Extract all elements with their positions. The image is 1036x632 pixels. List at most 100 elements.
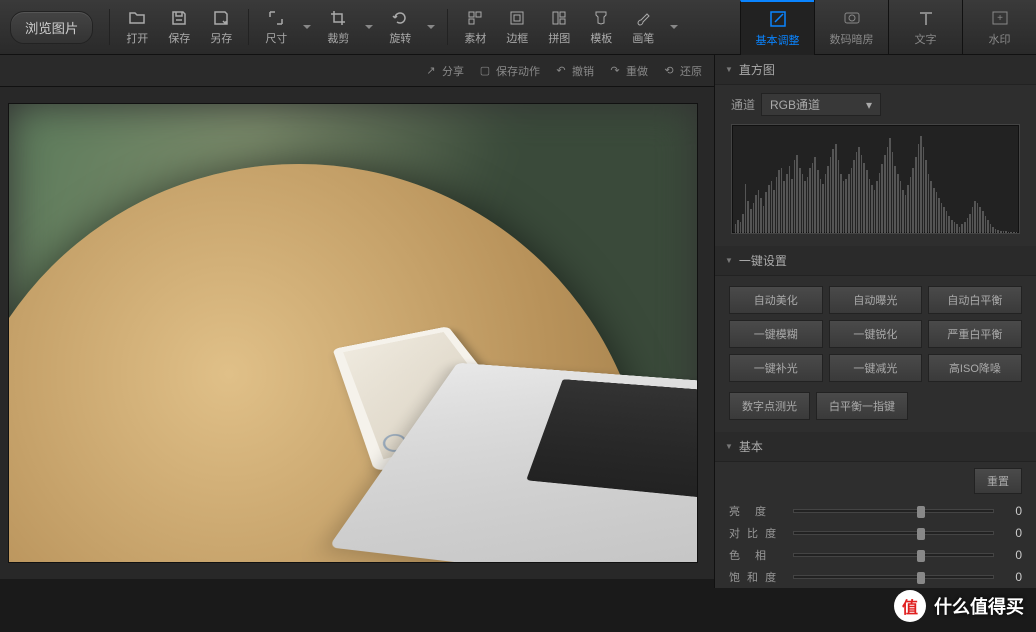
quick-button[interactable]: 高ISO降噪 [928, 354, 1022, 382]
slider-thumb[interactable] [917, 506, 925, 518]
histogram-bar [763, 206, 765, 233]
quick-button[interactable]: 自动曝光 [829, 286, 923, 314]
histogram-bar [858, 147, 860, 233]
undo-button[interactable]: ↶撤销 [554, 63, 594, 79]
histogram-bar [941, 203, 943, 233]
histogram-bar [990, 224, 992, 233]
tool-crop[interactable]: 裁剪 [317, 3, 359, 51]
histogram-bar [817, 170, 819, 233]
channel-select[interactable]: RGB通道▾ [761, 93, 881, 116]
histogram-bar [956, 224, 958, 233]
quick-button[interactable]: 一键模糊 [729, 320, 823, 348]
slider-track[interactable] [793, 509, 994, 513]
histogram-bar [915, 157, 917, 233]
right-tabs: 基本调整 数码暗房 文字 +水印 [740, 0, 1036, 55]
histogram-bar [863, 163, 865, 233]
tool-template[interactable]: 模板 [580, 3, 622, 51]
histogram-bar [907, 185, 909, 233]
section-basic[interactable]: ▼基本 [715, 432, 1036, 462]
histogram-bar [845, 179, 847, 233]
section-histogram[interactable]: ▼直方图 [715, 55, 1036, 85]
slider-thumb[interactable] [917, 572, 925, 584]
tab-basic-adjust[interactable]: 基本调整 [740, 0, 814, 55]
share-button[interactable]: ↗分享 [424, 63, 464, 79]
histogram-bar [820, 179, 822, 233]
section-oneclick[interactable]: ▼一键设置 [715, 246, 1036, 276]
channel-label: 通道 [731, 96, 755, 113]
save-action-icon: ▢ [478, 64, 492, 78]
tool-size[interactable]: 尺寸 [255, 3, 297, 51]
histogram-bar [948, 216, 950, 233]
slider-thumb[interactable] [917, 528, 925, 540]
tool-save[interactable]: 保存 [158, 3, 200, 51]
quick-button[interactable]: 严重白平衡 [928, 320, 1022, 348]
histogram-bar [894, 166, 896, 233]
histogram-bar [912, 168, 914, 233]
histogram-bar [745, 184, 747, 233]
open-icon [127, 8, 147, 28]
photo-preview[interactable] [8, 103, 698, 563]
size-icon [266, 8, 286, 28]
quick-button[interactable]: 一键补光 [729, 354, 823, 382]
restore-button[interactable]: ⟲还原 [662, 63, 702, 79]
quick-button[interactable]: 自动美化 [729, 286, 823, 314]
tool-rotate[interactable]: 旋转 [379, 3, 421, 51]
browse-images-button[interactable]: 浏览图片 [10, 11, 93, 44]
tool-open[interactable]: 打开 [116, 3, 158, 51]
histogram-bar [874, 190, 876, 233]
histogram-bar [742, 214, 744, 233]
save-action-button[interactable]: ▢保存动作 [478, 63, 540, 79]
brush-dropdown-icon[interactable] [664, 3, 684, 51]
histogram-bar [1000, 231, 1002, 233]
slider-row: 色 相0 [715, 544, 1036, 566]
tab-darkroom[interactable]: 数码暗房 [814, 0, 888, 55]
undo-icon: ↶ [554, 64, 568, 78]
histogram-bar [920, 136, 922, 233]
watermark-circle: 值 [894, 590, 926, 622]
histogram-bar [791, 179, 793, 233]
slider-track[interactable] [793, 575, 994, 579]
redo-button[interactable]: ↷重做 [608, 63, 648, 79]
histogram-bar [1013, 232, 1015, 233]
tab-watermark[interactable]: +水印 [962, 0, 1036, 55]
quick-button[interactable]: 一键锐化 [829, 320, 923, 348]
tool-assets[interactable]: 素材 [454, 3, 496, 51]
rotate-dropdown-icon[interactable] [421, 3, 441, 51]
histogram-bar [951, 220, 953, 233]
histogram-bar [879, 173, 881, 233]
histogram-bar [974, 201, 976, 233]
histogram-bar [776, 177, 778, 233]
histogram-bar [851, 168, 853, 233]
slider-track[interactable] [793, 553, 994, 557]
crop-dropdown-icon[interactable] [359, 3, 379, 51]
histogram-bar [809, 168, 811, 233]
histogram-bar [812, 163, 814, 233]
saveas-icon [211, 8, 231, 28]
slider-track[interactable] [793, 531, 994, 535]
tool-border[interactable]: 边框 [496, 3, 538, 51]
slider-row: 亮 度0 [715, 500, 1036, 522]
quick-button[interactable]: 白平衡一指键 [816, 392, 908, 420]
tab-text[interactable]: 文字 [888, 0, 962, 55]
histogram-bar [961, 224, 963, 233]
histogram-bar [794, 160, 796, 233]
tool-saveas[interactable]: 另存 [200, 3, 242, 51]
histogram-bar [778, 170, 780, 233]
histogram-bar [1008, 232, 1010, 233]
right-panel: ▼直方图 通道 RGB通道▾ ▼一键设置 自动美化自动曝光自动白平衡一键模糊一键… [714, 55, 1036, 588]
save-icon [169, 8, 189, 28]
quick-button[interactable]: 自动白平衡 [928, 286, 1022, 314]
histogram-bar [804, 181, 806, 233]
reset-button[interactable]: 重置 [974, 468, 1022, 494]
histogram-bar [928, 174, 930, 233]
histogram-bar [943, 207, 945, 233]
histogram-bar [750, 209, 752, 233]
tool-brush[interactable]: 画笔 [622, 3, 664, 51]
slider-thumb[interactable] [917, 550, 925, 562]
quick-button[interactable]: 数字点测光 [729, 392, 810, 420]
tool-collage[interactable]: 拼图 [538, 3, 580, 51]
quick-button[interactable]: 一键减光 [829, 354, 923, 382]
slider-label: 饱 和 度 [729, 569, 785, 585]
svg-text:+: + [997, 13, 1003, 24]
size-dropdown-icon[interactable] [297, 3, 317, 51]
